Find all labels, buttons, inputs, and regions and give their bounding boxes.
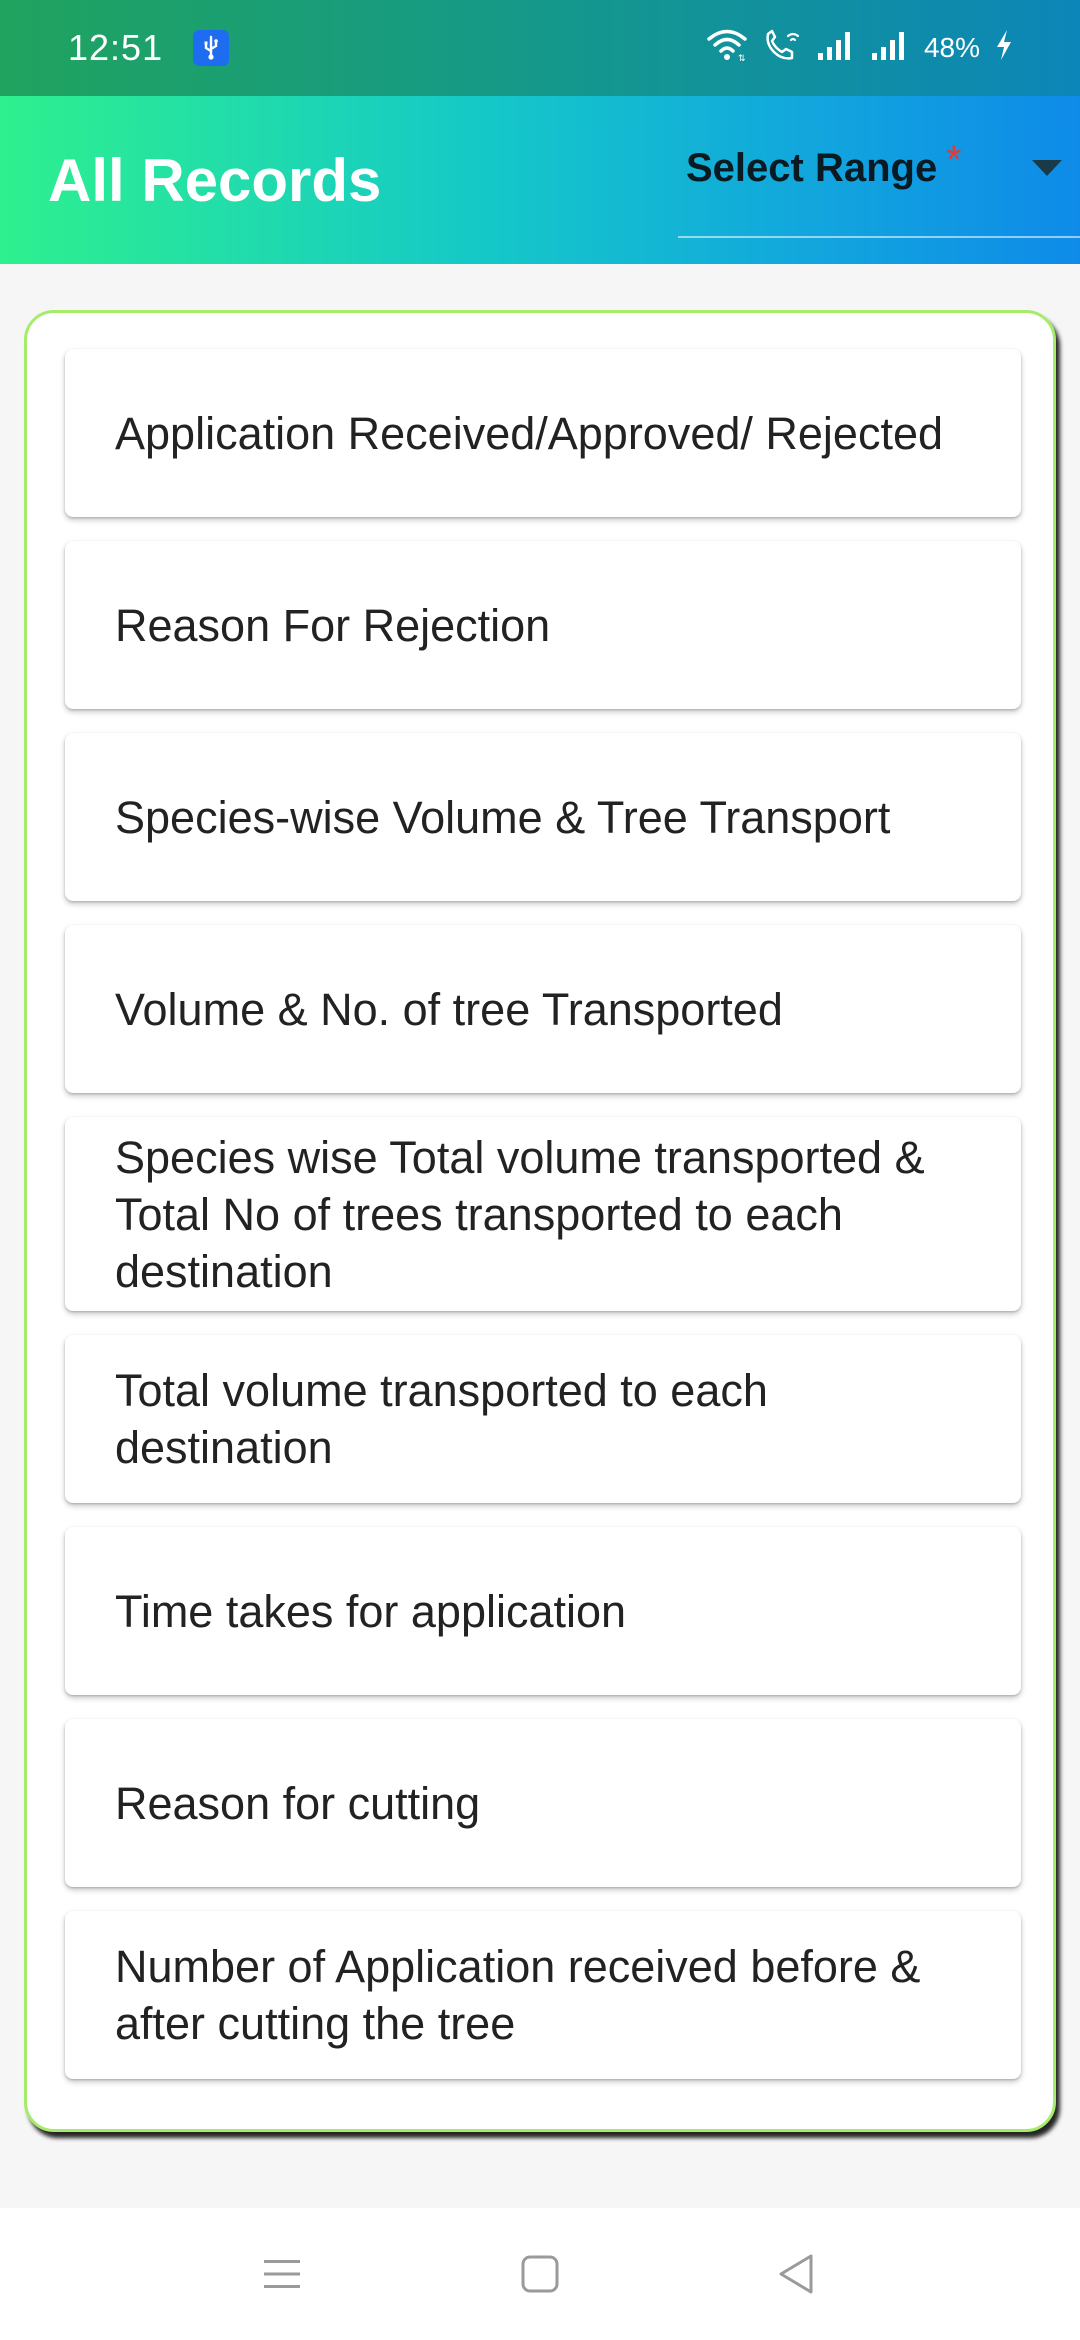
record-item-species-total-destination[interactable]: Species wise Total volume transported & … xyxy=(65,1117,1021,1311)
record-item-label: Application Received/Approved/ Rejected xyxy=(115,407,943,459)
record-item-label: Volume & No. of tree Transported xyxy=(115,983,783,1035)
charging-icon xyxy=(994,28,1014,69)
records-panel: Application Received/Approved/ Rejected … xyxy=(24,310,1056,2132)
back-icon[interactable] xyxy=(766,2244,826,2304)
svg-text:⇅: ⇅ xyxy=(738,54,746,62)
record-item-label: Time takes for application xyxy=(115,1585,627,1637)
app-bar: All Records Select Range * xyxy=(0,96,1080,264)
record-item-cutting-reason[interactable]: Reason for cutting xyxy=(65,1719,1021,1887)
wifi-icon: ⇅ xyxy=(706,28,748,69)
range-select-dropdown[interactable]: Select Range * xyxy=(678,136,1080,238)
page-title: All Records xyxy=(48,147,382,214)
system-nav-bar xyxy=(0,2208,1080,2340)
record-item-rejection-reason[interactable]: Reason For Rejection xyxy=(65,541,1021,709)
record-item-label: Reason for cutting xyxy=(115,1777,481,1829)
record-item-application-time[interactable]: Time takes for application xyxy=(65,1527,1021,1695)
home-icon[interactable] xyxy=(510,2244,570,2304)
record-item-applications-before-after-cutting[interactable]: Number of Application received before & … xyxy=(65,1911,1021,2079)
signal-icon xyxy=(870,29,910,68)
usb-icon xyxy=(193,30,230,66)
dropdown-arrow-icon[interactable] xyxy=(1032,160,1062,176)
range-select-label: Select Range xyxy=(686,146,938,190)
record-item-label: Species wise Total volume transported & … xyxy=(115,1131,925,1297)
required-marker: * xyxy=(946,138,962,182)
record-item-label: Species-wise Volume & Tree Transport xyxy=(115,791,891,843)
status-time: 12:51 xyxy=(68,27,164,68)
status-bar: 12:51 ⇅ 48% xyxy=(0,0,1080,96)
recent-apps-icon[interactable] xyxy=(252,2244,312,2304)
record-item-volume-destination[interactable]: Total volume transported to each destina… xyxy=(65,1335,1021,1503)
signal-icon xyxy=(816,29,856,68)
record-item-species-volume-transport[interactable]: Species-wise Volume & Tree Transport xyxy=(65,733,1021,901)
record-item-label: Number of Application received before & … xyxy=(115,1941,921,2049)
record-item-label: Total volume transported to each destina… xyxy=(115,1365,768,1473)
wifi-calling-icon xyxy=(762,28,802,69)
record-item-label: Reason For Rejection xyxy=(115,599,551,651)
record-item-applications-status[interactable]: Application Received/Approved/ Rejected xyxy=(65,349,1021,517)
record-item-volume-trees-transported[interactable]: Volume & No. of tree Transported xyxy=(65,925,1021,1093)
battery-percent: 48% xyxy=(923,32,980,63)
